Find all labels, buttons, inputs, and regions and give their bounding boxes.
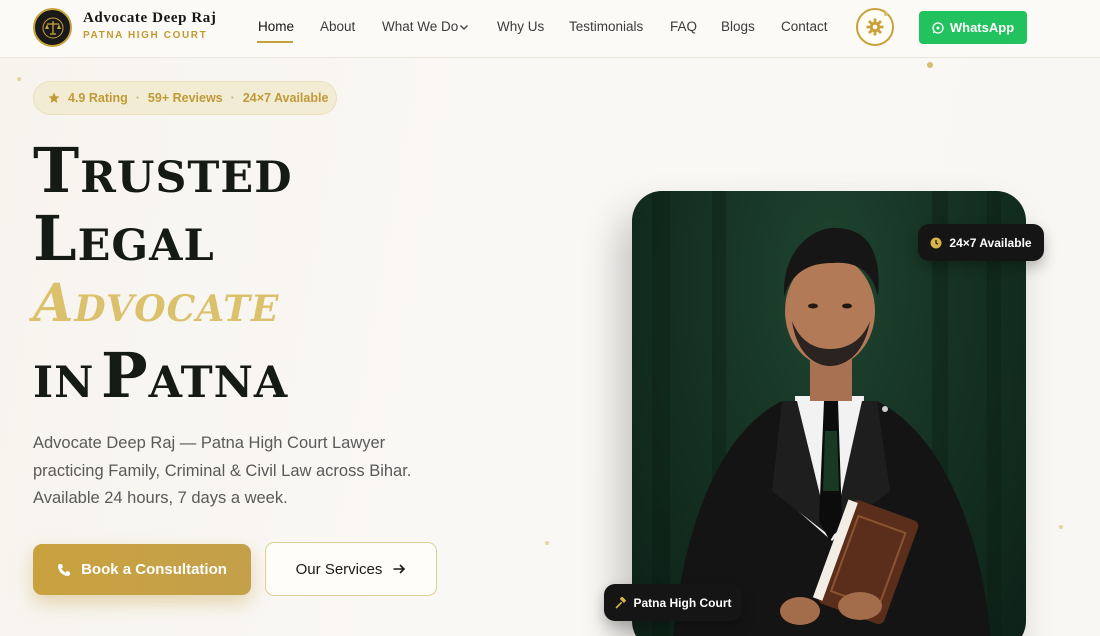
headline-line-2: Legal: [33, 202, 215, 275]
separator-dot: ·: [135, 91, 140, 105]
availability-badge: 24×7 Available: [918, 224, 1044, 261]
court-badge-label: Patna High Court: [633, 595, 732, 610]
decor-dot: [545, 541, 549, 545]
rating-text: 4.9 Rating: [68, 91, 128, 105]
decor-dot: [927, 62, 933, 68]
nav-about[interactable]: About: [320, 19, 355, 34]
nav-active-underline: [257, 41, 293, 43]
arrow-right-icon: [393, 564, 406, 574]
hero-description: Advocate Deep Raj — Patna High Court Law…: [33, 430, 453, 513]
nav-what-we-do[interactable]: What We Do: [382, 19, 458, 34]
nav-faq[interactable]: FAQ: [670, 19, 697, 34]
clock-icon: [930, 237, 942, 248]
whatsapp-icon: [932, 21, 944, 34]
description-line: practicing Family, Criminal & Civil Law …: [33, 461, 412, 480]
decor-dot: [17, 77, 21, 81]
whatsapp-label: WhatsApp: [949, 20, 1015, 35]
our-services-button[interactable]: Our Services: [265, 542, 437, 596]
theme-toggle-button[interactable]: [856, 8, 894, 46]
book-consultation-button[interactable]: Book a Consultation: [33, 544, 251, 595]
headline-highlight: Advocate: [33, 273, 280, 334]
brand-logo[interactable]: [33, 8, 72, 47]
our-services-label: Our Services: [295, 560, 383, 578]
availability-badge-label: 24×7 Available: [949, 235, 1032, 250]
nav-why-us[interactable]: Why Us: [497, 19, 544, 34]
description-line: Available 24 hours, 7 days a week.: [33, 489, 288, 507]
headline-line-1: Trusted: [33, 134, 293, 207]
separator-dot: ·: [230, 91, 235, 105]
scales-of-justice-icon: [42, 17, 63, 38]
nav-contact[interactable]: Contact: [781, 19, 828, 34]
gear-icon: [866, 18, 884, 36]
chevron-down-icon[interactable]: [459, 22, 469, 32]
nav-testimonials[interactable]: Testimonials: [569, 19, 643, 34]
gavel-icon: [615, 596, 626, 608]
brand-name[interactable]: Advocate Deep Raj: [83, 10, 217, 27]
nav-home[interactable]: Home: [258, 19, 294, 34]
headline-line-4: in Patna: [33, 339, 289, 412]
availability-text: 24×7 Available: [242, 91, 329, 105]
nav-blogs[interactable]: Blogs: [721, 19, 755, 34]
decor-dot: [1059, 525, 1063, 529]
reviews-text: 59+ Reviews: [147, 91, 223, 105]
rating-pill: 4.9 Rating · 59+ Reviews · 24×7 Availabl…: [33, 81, 337, 115]
brand-subtitle: PATNA HIGH COURT: [83, 30, 208, 41]
whatsapp-button[interactable]: WhatsApp: [919, 11, 1027, 44]
book-consultation-label: Book a Consultation: [81, 561, 227, 578]
navbar: Advocate Deep Raj PATNA HIGH COURT Home …: [0, 0, 1100, 58]
description-line: Advocate Deep Raj — Patna High Court Law…: [33, 434, 386, 452]
court-badge: Patna High Court: [604, 584, 742, 621]
phone-icon: [58, 563, 71, 576]
decor-dot: [884, 12, 888, 16]
star-icon: [48, 92, 60, 103]
